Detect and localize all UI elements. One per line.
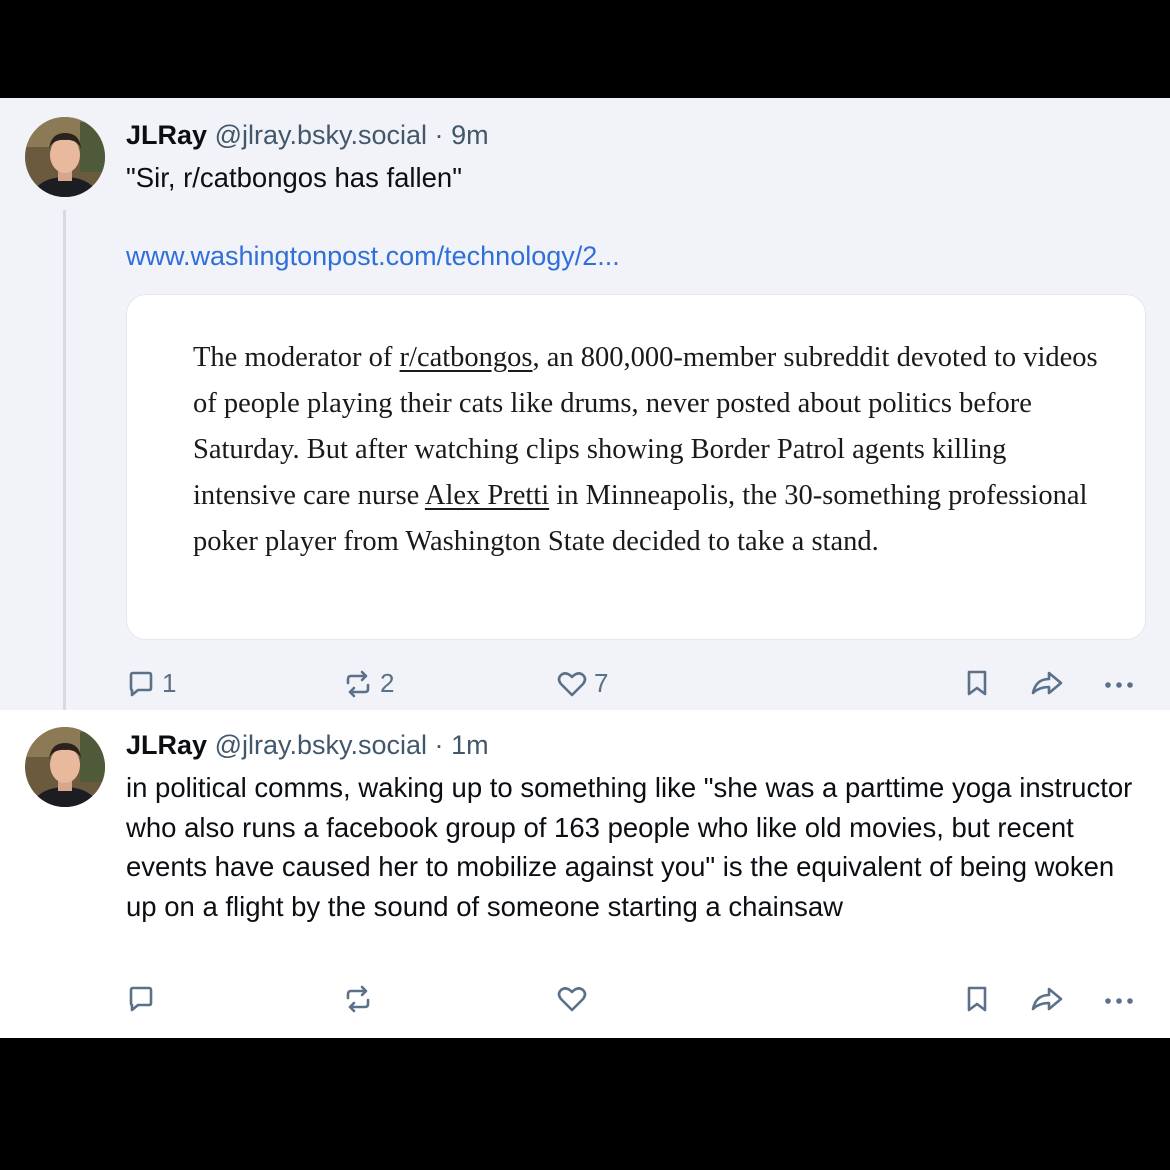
bookmark-icon	[967, 670, 987, 696]
thread-line	[63, 210, 66, 720]
bookmark-icon	[967, 986, 987, 1012]
post-link[interactable]: www.washingtonpost.com/technology/2...	[126, 241, 620, 272]
author-name[interactable]: JLRay	[126, 120, 207, 150]
author-handle[interactable]: @jlray.bsky.social	[215, 730, 427, 760]
more-button[interactable]	[1102, 984, 1136, 1014]
like-button[interactable]	[556, 984, 588, 1014]
reply-count: 1	[162, 668, 177, 698]
post-actions: 1 2 7	[0, 662, 1170, 702]
reply-icon	[129, 671, 153, 696]
repost-count: 2	[380, 668, 395, 698]
author-handle[interactable]: @jlray.bsky.social	[215, 120, 427, 150]
more-button[interactable]	[1102, 668, 1136, 698]
more-icon	[1105, 682, 1133, 688]
avatar[interactable]	[25, 727, 105, 807]
like-button[interactable]: 7	[556, 668, 608, 699]
avatar[interactable]	[25, 117, 105, 197]
quote-text-part: The moderator of	[193, 342, 400, 373]
like-icon	[557, 987, 587, 1012]
post-text: "Sir, r/catbongos has fallen"	[126, 162, 462, 193]
share-button[interactable]	[1030, 668, 1064, 698]
more-icon	[1105, 998, 1133, 1004]
quote-card[interactable]: The moderator of r/catbongos, an 800,000…	[126, 294, 1146, 640]
reply-icon	[129, 986, 153, 1012]
quote-text: The moderator of r/catbongos, an 800,000…	[193, 335, 1113, 565]
post-header: JLRay @jlray.bsky.social · 9m	[126, 120, 489, 151]
separator-dot: ·	[434, 730, 444, 760]
post-header: JLRay @jlray.bsky.social · 1m	[126, 730, 489, 761]
post[interactable]: JLRay @jlray.bsky.social · 9m "Sir, r/ca…	[0, 98, 1170, 720]
share-button[interactable]	[1030, 984, 1064, 1014]
bookmark-button[interactable]	[964, 984, 990, 1014]
feed: JLRay @jlray.bsky.social · 9m "Sir, r/ca…	[0, 98, 1170, 1038]
quote-link-subreddit[interactable]: r/catbongos	[400, 342, 533, 373]
share-icon	[1031, 987, 1063, 1011]
repost-icon	[346, 985, 370, 1013]
author-name[interactable]: JLRay	[126, 730, 207, 760]
like-count: 7	[594, 668, 609, 698]
reply-button[interactable]: 1	[126, 668, 176, 699]
post-text: in political comms, waking up to somethi…	[126, 772, 1133, 922]
post-actions	[0, 978, 1170, 1018]
post-time[interactable]: 1m	[451, 730, 489, 760]
bookmark-button[interactable]	[964, 668, 990, 698]
like-icon	[557, 671, 587, 696]
reply-button[interactable]	[126, 984, 156, 1014]
repost-button[interactable]	[342, 984, 374, 1014]
quote-link-name[interactable]: Alex Pretti	[425, 480, 549, 511]
post[interactable]: JLRay @jlray.bsky.social · 1m in politic…	[0, 710, 1170, 1038]
repost-icon	[346, 670, 370, 697]
repost-button[interactable]: 2	[342, 668, 394, 699]
separator-dot: ·	[434, 120, 444, 150]
share-icon	[1031, 671, 1063, 695]
post-time[interactable]: 9m	[451, 120, 489, 150]
